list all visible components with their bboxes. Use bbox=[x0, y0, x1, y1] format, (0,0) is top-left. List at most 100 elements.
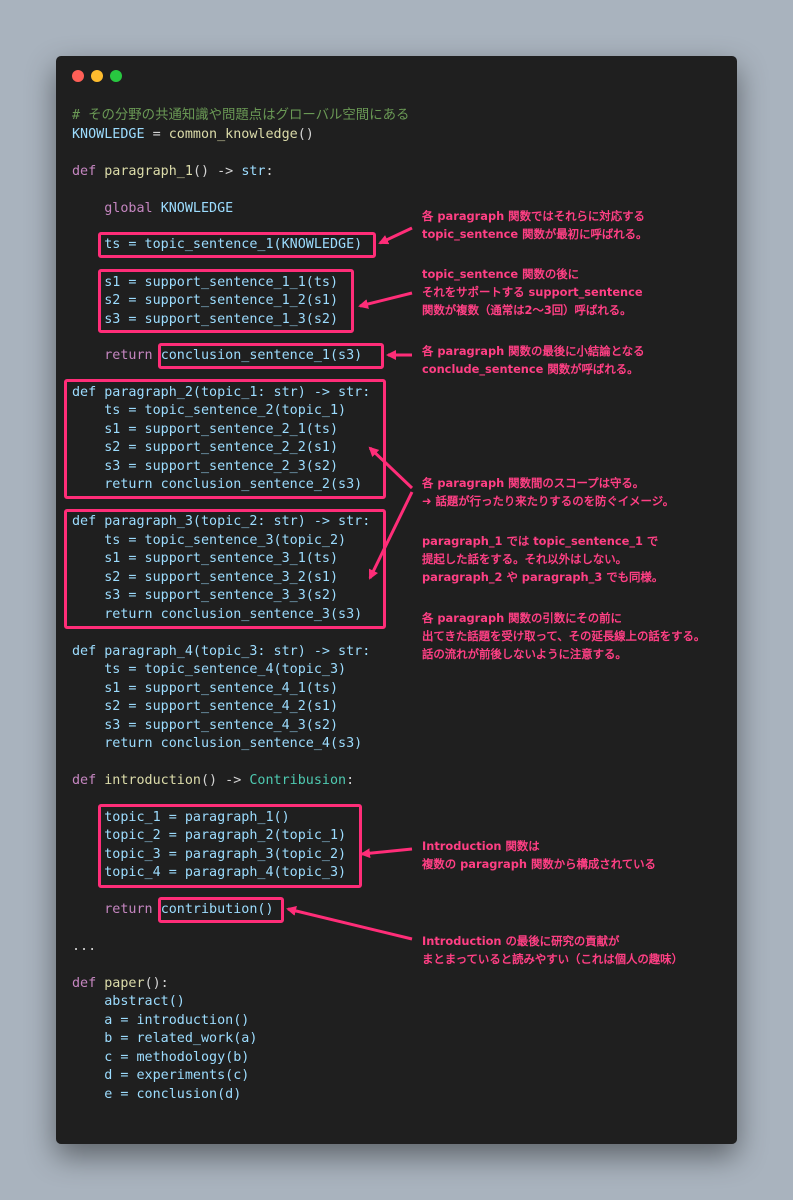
code-token: s2 = support_sentence_3_2(s1) bbox=[104, 570, 339, 585]
code-token: s3 = support_sentence_1_3(s2) bbox=[104, 312, 339, 327]
code-line-p4-def: def paragraph_4(topic_3: str) -> str: bbox=[72, 644, 371, 659]
arrow-to-contribution bbox=[286, 906, 413, 941]
code-line-paper: d = experiments(c) bbox=[72, 1067, 249, 1085]
code-token: topic_2 = paragraph_2(topic_1) bbox=[104, 828, 347, 843]
code-token: s3 = support_sentence_3_3(s2) bbox=[104, 588, 339, 603]
code-line-p2: s1 = support_sentence_2_1(ts) bbox=[72, 421, 338, 439]
note-scope: 各 paragraph 関数間のスコープは守る。 ➜ 話題が行ったり来たりするのを… bbox=[422, 476, 675, 508]
code-line-ellipsis: ... bbox=[72, 939, 97, 954]
code-line-p3-def: def paragraph_3(topic_2: str) -> str: bbox=[72, 514, 371, 529]
code-line-p3: s1 = support_sentence_3_1(ts) bbox=[72, 550, 338, 568]
code-line-s1-3: s3 = support_sentence_1_3(s2) bbox=[72, 311, 338, 329]
code-token: topic_3 = paragraph_3(topic_2) bbox=[104, 847, 347, 862]
code-token: abstract() bbox=[104, 994, 185, 1009]
code-line-p2: s3 = support_sentence_2_3(s2) bbox=[72, 458, 338, 476]
code-line-intro: topic_1 = paragraph_1() bbox=[72, 809, 290, 827]
arrow-to-introduction-body bbox=[360, 847, 413, 859]
code-line-intro: topic_4 = paragraph_4(topic_3) bbox=[72, 864, 346, 882]
arrow-to-paragraph-3 bbox=[368, 491, 414, 580]
code-token: str bbox=[241, 164, 266, 179]
code-token: s1 = support_sentence_3_1(ts) bbox=[104, 551, 339, 566]
code-token: a = introduction() bbox=[104, 1013, 250, 1028]
code-line-paper: abstract() bbox=[72, 993, 185, 1011]
code-line-p2: s2 = support_sentence_2_2(s1) bbox=[72, 439, 338, 457]
code-line-return-1: return conclusion_sentence_1(s3) bbox=[72, 347, 362, 365]
code-line-paper-def: def paper(): bbox=[72, 976, 169, 991]
code-line-p2-def: def paragraph_2(topic_1: str) -> str: bbox=[72, 385, 371, 400]
code-token: topic_1 = paragraph_1() bbox=[104, 810, 290, 825]
code-window: # その分野の共通知識や問題点はグローバル空間にある KNOWLEDGE = c… bbox=[56, 56, 737, 1144]
code-token: s3 = support_sentence_4_3(s2) bbox=[104, 718, 339, 733]
code-line-intro-def: def introduction() -> Contribusion: bbox=[72, 773, 355, 788]
code-line-p3: s2 = support_sentence_3_2(s1) bbox=[72, 569, 338, 587]
note-support-sentence: topic_sentence 関数の後に それをサポートする support_se… bbox=[422, 267, 643, 317]
note-arguments: 各 paragraph 関数の引数にその前に 出てきた話題を受け取って、その延長線… bbox=[422, 611, 706, 661]
code-token: global bbox=[104, 201, 153, 216]
code-token: topic_4 = paragraph_4(topic_3) bbox=[104, 865, 347, 880]
code-token: d = experiments(c) bbox=[104, 1068, 250, 1083]
code-line-p3: s3 = support_sentence_3_3(s2) bbox=[72, 587, 338, 605]
code-token: ts = topic_sentence_4(topic_3) bbox=[104, 662, 347, 677]
code-token: return conclusion_sentence_2(s3) bbox=[104, 477, 363, 492]
code-line-paper: a = introduction() bbox=[72, 1012, 249, 1030]
code-token: ts = topic_sentence_2(topic_1) bbox=[104, 403, 347, 418]
note-paragraph-1: paragraph_1 では topic_sentence_1 で提起した話をす… bbox=[422, 534, 664, 584]
code-token: conclusion_sentence_1(s3) bbox=[160, 348, 363, 363]
code-token: return conclusion_sentence_4(s3) bbox=[104, 736, 363, 751]
code-token: s3 = support_sentence_2_3(s2) bbox=[104, 459, 339, 474]
code-token: introduction bbox=[104, 773, 201, 788]
code-line-p4: s1 = support_sentence_4_1(ts) bbox=[72, 680, 338, 698]
code-line-intro-return: return contribution() bbox=[72, 901, 274, 919]
arrow-to-support-sentences bbox=[358, 291, 413, 309]
code-token: c = methodology(b) bbox=[104, 1050, 250, 1065]
code-token: s1 = support_sentence_4_1(ts) bbox=[104, 681, 339, 696]
note-contribution: Introduction の最後に研究の貢献が まとまっていると読みやすい（これは… bbox=[422, 934, 683, 966]
code-token: paragraph_1 bbox=[104, 164, 193, 179]
code-line-p2: return conclusion_sentence_2(s3) bbox=[72, 476, 362, 494]
close-window-button[interactable] bbox=[72, 70, 84, 82]
code-line-paper: e = conclusion(d) bbox=[72, 1086, 241, 1104]
code-line-p4: ts = topic_sentence_4(topic_3) bbox=[72, 661, 346, 679]
code-line-p4: s2 = support_sentence_4_2(s1) bbox=[72, 698, 338, 716]
code-token: ts = topic_sentence_3(topic_2) bbox=[104, 533, 347, 548]
code-line-ts1: ts = topic_sentence_1(KNOWLEDGE) bbox=[72, 236, 362, 254]
code-token: return bbox=[104, 348, 153, 363]
code-line-global: global KNOWLEDGE bbox=[72, 200, 233, 218]
note-introduction: Introduction 関数は 複数の paragraph 関数から構成されてい… bbox=[422, 839, 656, 871]
code-line-paper: c = methodology(b) bbox=[72, 1049, 249, 1067]
note-topic-sentence: 各 paragraph 関数ではそれらに対応する topic_sentence 関… bbox=[422, 209, 648, 241]
code-token: b = related_work(a) bbox=[104, 1031, 258, 1046]
code-token: e = conclusion(d) bbox=[104, 1087, 242, 1102]
code-token: KNOWLEDGE bbox=[160, 201, 234, 216]
code-token: s2 = support_sentence_2_2(s1) bbox=[104, 440, 339, 455]
code-line-s1-2: s2 = support_sentence_1_2(s1) bbox=[72, 292, 338, 310]
code-token: KNOWLEDGE bbox=[72, 127, 145, 142]
code-line-p4: return conclusion_sentence_4(s3) bbox=[72, 735, 362, 753]
minimize-window-button[interactable] bbox=[91, 70, 103, 82]
code-token: s2 = support_sentence_4_2(s1) bbox=[104, 699, 339, 714]
code-line-paper: b = related_work(a) bbox=[72, 1030, 257, 1048]
code-line-p3: return conclusion_sentence_3(s3) bbox=[72, 606, 362, 624]
note-conclude-sentence: 各 paragraph 関数の最後に小結論となる conclude_sentenc… bbox=[422, 344, 645, 376]
code-token: ts = topic_sentence_1(KNOWLEDGE) bbox=[104, 237, 363, 252]
code-token: Contribusion bbox=[249, 773, 347, 788]
arrow-to-topic-sentence bbox=[378, 226, 413, 245]
code-token: paper bbox=[104, 976, 145, 991]
code-line-intro: topic_3 = paragraph_3(topic_2) bbox=[72, 846, 346, 864]
code-comment: # その分野の共通知識や問題点はグローバル空間にある bbox=[72, 108, 410, 123]
arrow-to-paragraph-2 bbox=[368, 446, 414, 490]
code-token: s2 = support_sentence_1_2(s1) bbox=[104, 293, 339, 308]
code-token: common_knowledge bbox=[168, 127, 298, 142]
code-token: return bbox=[104, 902, 153, 917]
code-line-p1-def: def paragraph_1() -> str: bbox=[72, 164, 274, 179]
code-line-intro: topic_2 = paragraph_2(topic_1) bbox=[72, 827, 346, 845]
code-line-p2: ts = topic_sentence_2(topic_1) bbox=[72, 402, 346, 420]
code-line-knowledge: KNOWLEDGE = common_knowledge() bbox=[72, 127, 314, 142]
code-line-p4: s3 = support_sentence_4_3(s2) bbox=[72, 717, 338, 735]
code-line-s1-1: s1 = support_sentence_1_1(ts) bbox=[72, 274, 338, 292]
code-token: s1 = support_sentence_2_1(ts) bbox=[104, 422, 339, 437]
code-line-p3: ts = topic_sentence_3(topic_2) bbox=[72, 532, 346, 550]
maximize-window-button[interactable] bbox=[110, 70, 122, 82]
code-token: contribution() bbox=[160, 902, 274, 917]
code-token: s1 = support_sentence_1_1(ts) bbox=[104, 275, 339, 290]
